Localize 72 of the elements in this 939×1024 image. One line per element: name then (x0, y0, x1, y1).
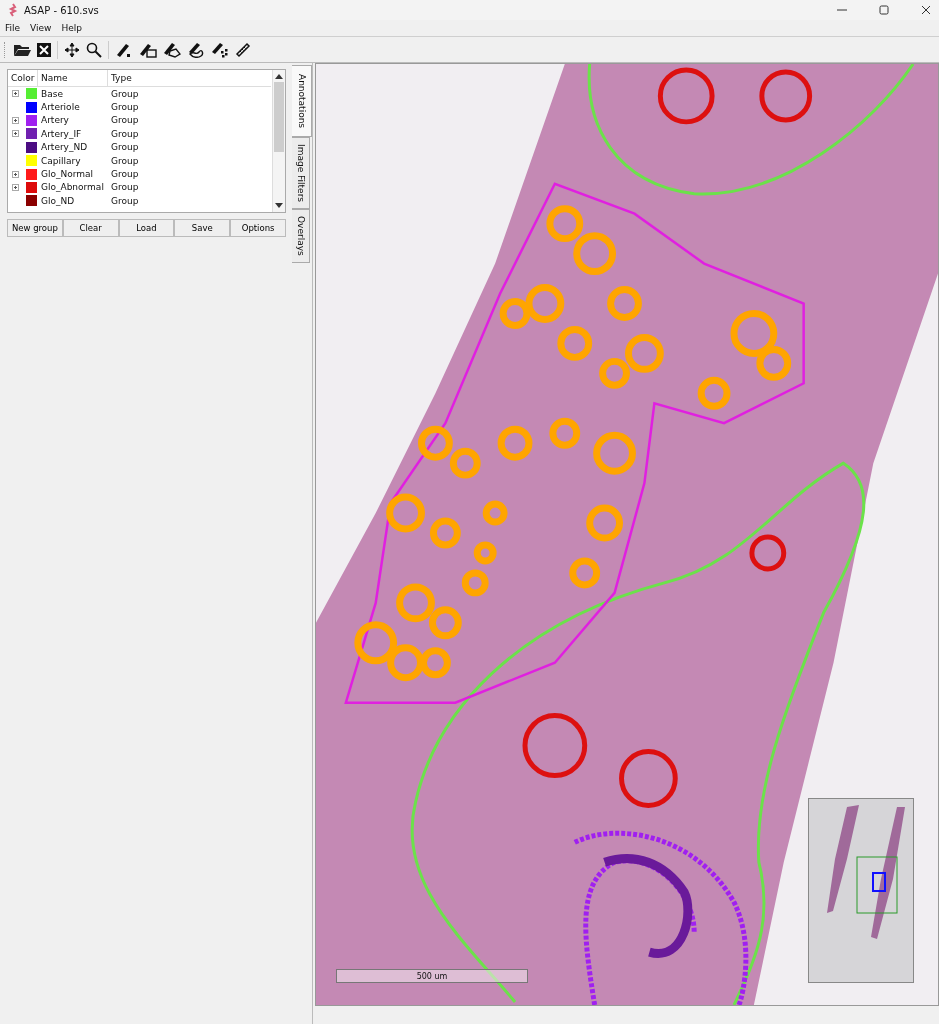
scale-bar: 500 um (336, 969, 528, 983)
slide-viewer[interactable]: 500 um (315, 63, 939, 1006)
expand-icon[interactable] (12, 183, 19, 191)
close-icon[interactable] (921, 5, 931, 15)
color-swatch[interactable] (26, 141, 37, 153)
annotation-row[interactable]: Glo_ND Group (8, 194, 271, 208)
column-header[interactable]: Type (108, 70, 271, 86)
group-name[interactable]: Glo_Normal (41, 169, 111, 180)
group-name[interactable]: Glo_ND (41, 195, 111, 206)
color-swatch[interactable] (26, 155, 37, 167)
view-region-rect (856, 856, 898, 914)
menu-item[interactable]: View (30, 23, 52, 33)
group-name[interactable]: Artery_IF (41, 128, 111, 139)
close-icon[interactable] (37, 42, 51, 57)
move-icon[interactable] (64, 41, 80, 58)
annotation-row[interactable]: Artery_ND Group (8, 140, 271, 154)
column-header[interactable]: Name (38, 70, 108, 86)
menu-item[interactable]: Help (61, 23, 82, 33)
side-tab[interactable]: Image Filters (292, 137, 310, 210)
panel-button[interactable]: Save (174, 219, 231, 237)
color-swatch[interactable] (26, 128, 37, 140)
menu-item[interactable]: File (5, 23, 21, 33)
pen-curve-icon[interactable] (187, 41, 205, 58)
group-type: Group (111, 115, 139, 126)
panel-button[interactable]: Load (118, 219, 175, 237)
group-type: Group (111, 128, 139, 139)
side-tab[interactable]: Annotations (292, 65, 312, 138)
group-name[interactable]: Capillary (41, 155, 111, 166)
expand-icon[interactable] (12, 116, 19, 124)
search-icon[interactable] (86, 41, 102, 58)
pen-points-icon[interactable] (211, 41, 229, 58)
color-swatch[interactable] (26, 114, 37, 126)
group-type: Group (111, 155, 139, 166)
window-title: ASAP - 610.svs (24, 4, 99, 16)
color-swatch[interactable] (26, 88, 37, 100)
expand-icon[interactable] (12, 130, 19, 138)
panel-button[interactable]: Options (230, 219, 286, 237)
pen-polygon-icon[interactable] (163, 41, 181, 58)
group-type: Group (111, 88, 139, 99)
folder-icon[interactable] (13, 42, 31, 57)
group-name[interactable]: Arteriole (41, 102, 111, 113)
column-header[interactable]: Color (8, 70, 38, 86)
panel-button[interactable]: Clear (62, 219, 119, 237)
group-name[interactable]: Artery (41, 115, 111, 126)
color-swatch[interactable] (26, 181, 37, 193)
color-swatch[interactable] (26, 101, 37, 113)
scroll-up-icon[interactable] (275, 73, 283, 79)
minimap[interactable] (808, 798, 914, 983)
ruler-icon[interactable] (235, 41, 251, 58)
group-type: Group (111, 169, 139, 180)
scrollbar[interactable] (272, 70, 285, 212)
group-name[interactable]: Base (41, 88, 111, 99)
current-view-rect (872, 872, 886, 892)
group-name[interactable]: Artery_ND (41, 142, 111, 153)
color-swatch[interactable] (26, 168, 37, 180)
group-type: Group (111, 102, 139, 113)
maximize-icon[interactable] (879, 5, 889, 15)
group-type: Group (111, 195, 139, 206)
group-type: Group (111, 142, 139, 153)
group-name[interactable]: Glo_Abnormal (41, 182, 111, 193)
color-swatch[interactable] (26, 195, 37, 207)
group-type: Group (111, 182, 139, 193)
annotation-row[interactable]: Arteriole Group (8, 100, 271, 114)
expand-icon[interactable] (12, 90, 19, 98)
annotation-row[interactable]: Capillary Group (8, 153, 271, 168)
side-tab[interactable]: Overlays (292, 209, 310, 263)
panel-button[interactable]: New group (7, 219, 63, 237)
expand-icon[interactable] (12, 170, 19, 178)
scroll-down-icon[interactable] (275, 203, 283, 209)
app-icon (8, 3, 18, 17)
pen-dot-icon[interactable] (115, 41, 133, 58)
pen-rectangle-icon[interactable] (139, 41, 157, 58)
